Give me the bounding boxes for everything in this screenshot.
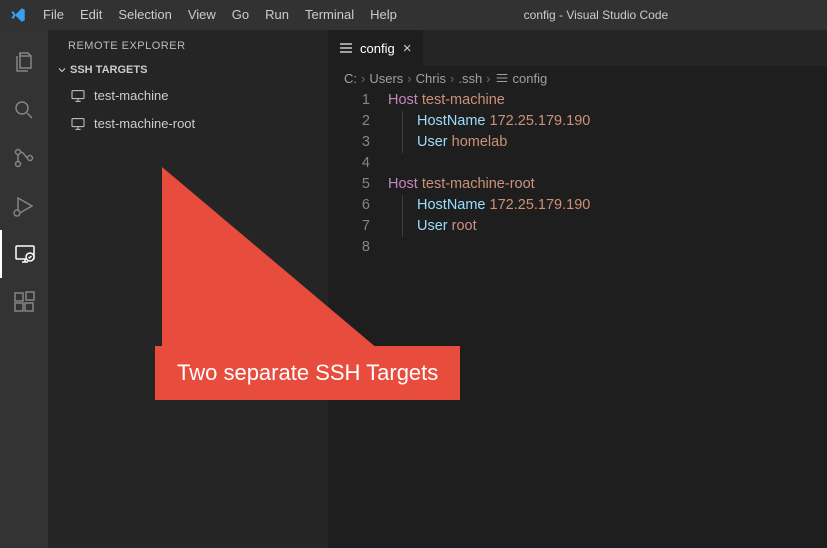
run-debug-icon[interactable] (0, 182, 48, 230)
menubar: File Edit Selection View Go Run Terminal… (35, 0, 405, 30)
breadcrumb-part[interactable]: C: (344, 71, 357, 86)
monitor-icon (70, 116, 86, 132)
menu-selection[interactable]: Selection (110, 0, 179, 30)
tab-label: config (360, 41, 395, 56)
callout-label: Two separate SSH Targets (155, 346, 460, 400)
source-control-icon[interactable] (0, 134, 48, 182)
ssh-target-item[interactable]: test-machine-root (48, 110, 328, 138)
menu-view[interactable]: View (180, 0, 224, 30)
explorer-icon[interactable] (0, 38, 48, 86)
menu-help[interactable]: Help (362, 0, 405, 30)
menu-run[interactable]: Run (257, 0, 297, 30)
sidebar: REMOTE EXPLORER SSH TARGETS test-machine… (48, 30, 328, 548)
ssh-target-label: test-machine (94, 85, 168, 107)
file-settings-icon (338, 40, 354, 56)
code-lines[interactable]: Host test-machineHostName 172.25.179.190… (388, 90, 827, 258)
menu-edit[interactable]: Edit (72, 0, 110, 30)
menu-go[interactable]: Go (224, 0, 257, 30)
search-icon[interactable] (0, 86, 48, 134)
breadcrumb-part[interactable]: config (513, 71, 548, 86)
breadcrumb-part[interactable]: .ssh (458, 71, 482, 86)
ssh-targets-section[interactable]: SSH TARGETS (48, 60, 328, 80)
breadcrumb-part[interactable]: Users (369, 71, 403, 86)
chevron-down-icon (56, 64, 68, 76)
sidebar-title: REMOTE EXPLORER (48, 30, 328, 60)
editor-tabs: config × (328, 30, 827, 66)
line-numbers: 12345678 (328, 90, 388, 258)
extensions-icon[interactable] (0, 278, 48, 326)
activity-bar (0, 30, 48, 548)
breadcrumb-part[interactable]: Chris (416, 71, 446, 86)
menu-file[interactable]: File (35, 0, 72, 30)
ssh-targets-tree: test-machine test-machine-root (48, 80, 328, 138)
section-label: SSH TARGETS (70, 64, 147, 76)
editor-tab-config[interactable]: config × (328, 30, 423, 66)
monitor-icon (70, 88, 86, 104)
ssh-target-label: test-machine-root (94, 113, 195, 135)
menu-terminal[interactable]: Terminal (297, 0, 362, 30)
ssh-target-item[interactable]: test-machine (48, 82, 328, 110)
remote-explorer-icon[interactable] (0, 230, 48, 278)
editor-group: config × C:› Users› Chris› .ssh› config … (328, 30, 827, 548)
file-settings-icon (495, 71, 509, 85)
window-title: config - Visual Studio Code (405, 8, 787, 22)
vscode-logo (0, 6, 35, 24)
code-editor[interactable]: 12345678 Host test-machineHostName 172.2… (328, 90, 827, 258)
breadcrumbs[interactable]: C:› Users› Chris› .ssh› config (328, 66, 827, 90)
titlebar: File Edit Selection View Go Run Terminal… (0, 0, 827, 30)
close-tab-icon[interactable]: × (401, 38, 414, 59)
